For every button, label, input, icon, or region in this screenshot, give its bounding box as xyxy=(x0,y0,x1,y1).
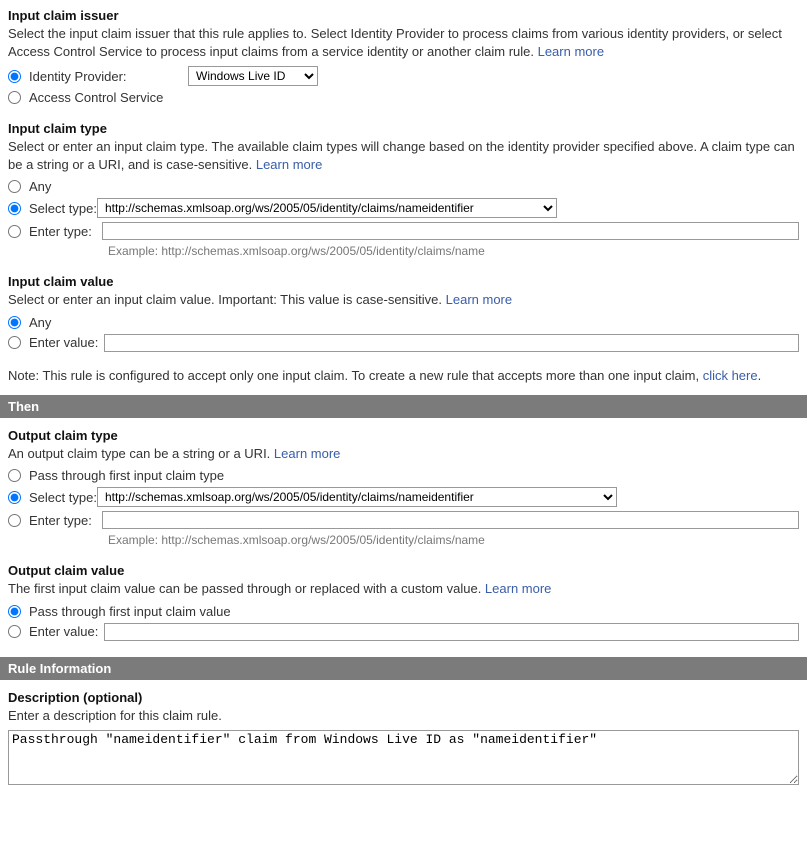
output-type-select-label: Select type: xyxy=(29,490,97,505)
input-type-enter-radio[interactable] xyxy=(8,225,21,238)
input-type-enter-field[interactable] xyxy=(102,222,799,240)
output-type-example: Example: http://schemas.xmlsoap.org/ws/2… xyxy=(108,533,799,547)
output-value-enter-field[interactable] xyxy=(104,623,799,641)
input-claim-type-section: Input claim type Select or enter an inpu… xyxy=(8,121,799,258)
input-value-any-radio[interactable] xyxy=(8,316,21,329)
output-value-pass-radio[interactable] xyxy=(8,605,21,618)
output-type-enter-label: Enter type: xyxy=(29,513,92,528)
input-type-select[interactable]: http://schemas.xmlsoap.org/ws/2005/05/id… xyxy=(97,198,557,218)
input-value-any-label: Any xyxy=(29,315,51,330)
issuer-idp-label: Identity Provider: xyxy=(29,69,127,84)
input-claim-type-desc: Select or enter an input claim type. The… xyxy=(8,138,799,173)
description-heading: Description (optional) xyxy=(8,690,799,705)
issuer-acs-radio[interactable] xyxy=(8,91,21,104)
input-value-enter-field[interactable] xyxy=(104,334,799,352)
description-textarea[interactable]: <span class="underline-red">Passthrough<… xyxy=(8,730,799,785)
issuer-acs-label: Access Control Service xyxy=(29,90,163,105)
output-claim-value-desc: The first input claim value can be passe… xyxy=(8,580,799,598)
input-value-learn-more-link[interactable]: Learn more xyxy=(446,292,512,307)
input-claim-value-desc: Select or enter an input claim value. Im… xyxy=(8,291,799,309)
note-click-here-link[interactable]: click here xyxy=(703,368,758,383)
then-section-bar: Then xyxy=(0,395,807,418)
input-type-select-label: Select type: xyxy=(29,201,97,216)
output-type-learn-more-link[interactable]: Learn more xyxy=(274,446,340,461)
rule-info-section-bar: Rule Information xyxy=(0,657,807,680)
input-type-learn-more-link[interactable]: Learn more xyxy=(256,157,322,172)
output-value-learn-more-link[interactable]: Learn more xyxy=(485,581,551,596)
single-claim-note: Note: This rule is configured to accept … xyxy=(8,368,799,383)
output-type-enter-radio[interactable] xyxy=(8,514,21,527)
output-claim-value-heading: Output claim value xyxy=(8,563,799,578)
input-value-enter-radio[interactable] xyxy=(8,336,21,349)
input-claim-type-heading: Input claim type xyxy=(8,121,799,136)
input-type-any-radio[interactable] xyxy=(8,180,21,193)
output-value-pass-label: Pass through first input claim value xyxy=(29,604,231,619)
description-section: Description (optional) Enter a descripti… xyxy=(8,690,799,789)
output-claim-type-section: Output claim type An output claim type c… xyxy=(8,428,799,548)
output-value-enter-radio[interactable] xyxy=(8,625,21,638)
input-claim-issuer-heading: Input claim issuer xyxy=(8,8,799,23)
output-type-pass-radio[interactable] xyxy=(8,469,21,482)
input-type-enter-label: Enter type: xyxy=(29,224,92,239)
output-type-select[interactable]: http://schemas.xmlsoap.org/ws/2005/05/id… xyxy=(97,487,617,507)
input-type-example: Example: http://schemas.xmlsoap.org/ws/2… xyxy=(108,244,799,258)
output-value-enter-label: Enter value: xyxy=(29,624,98,639)
input-claim-issuer-section: Input claim issuer Select the input clai… xyxy=(8,8,799,105)
output-claim-type-desc: An output claim type can be a string or … xyxy=(8,445,799,463)
input-claim-value-heading: Input claim value xyxy=(8,274,799,289)
input-type-select-radio[interactable] xyxy=(8,202,21,215)
idp-select[interactable]: Windows Live ID xyxy=(188,66,318,86)
input-claim-issuer-desc: Select the input claim issuer that this … xyxy=(8,25,799,60)
input-claim-value-section: Input claim value Select or enter an inp… xyxy=(8,274,799,352)
output-type-select-radio[interactable] xyxy=(8,491,21,504)
description-desc: Enter a description for this claim rule. xyxy=(8,707,799,725)
issuer-idp-radio[interactable] xyxy=(8,70,21,83)
issuer-learn-more-link[interactable]: Learn more xyxy=(538,44,604,59)
output-claim-type-heading: Output claim type xyxy=(8,428,799,443)
output-type-enter-field[interactable] xyxy=(102,511,799,529)
output-type-pass-label: Pass through first input claim type xyxy=(29,468,224,483)
input-type-any-label: Any xyxy=(29,179,51,194)
output-claim-value-section: Output claim value The first input claim… xyxy=(8,563,799,641)
input-value-enter-label: Enter value: xyxy=(29,335,98,350)
